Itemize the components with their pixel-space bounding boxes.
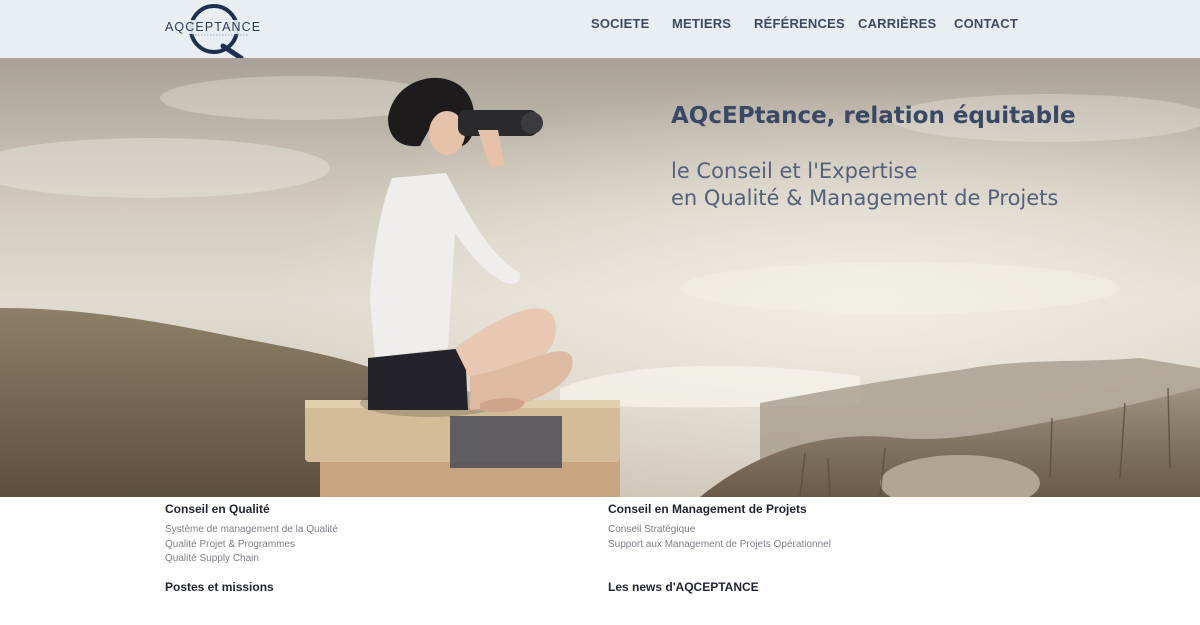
section-title-quality: Conseil en Qualité bbox=[165, 502, 270, 516]
hero-subtitle-line2: en Qualité & Management de Projets bbox=[671, 186, 1059, 210]
hero-subtitle-line1: le Conseil et l'Expertise bbox=[671, 159, 918, 183]
nav-item-metiers[interactable]: METIERS bbox=[672, 16, 731, 31]
section-title-jobs: Postes et missions bbox=[165, 580, 274, 594]
nav-item-contact[interactable]: CONTACT bbox=[954, 16, 1018, 31]
nav-item-carrieres[interactable]: CARRIÈRES bbox=[858, 16, 936, 31]
hero-title: AQcEPtance, relation équitable bbox=[671, 103, 1076, 129]
nav-item-societe[interactable]: SOCIETE bbox=[591, 16, 649, 31]
site-header: AQCEPTANCE SOCIETE METIERS RÉFÉRENCES CA… bbox=[0, 0, 1200, 58]
link-quality-supply-chain[interactable]: Qualité Supply Chain bbox=[165, 553, 259, 564]
nav-item-references[interactable]: RÉFÉRENCES bbox=[754, 16, 845, 31]
logo-text: AQCEPTANCE bbox=[165, 20, 261, 34]
link-operational-support[interactable]: Support aux Management de Projets Opérat… bbox=[608, 539, 831, 550]
link-quality-management[interactable]: Système de management de la Qualité bbox=[165, 524, 338, 535]
section-title-news: Les news d'AQCEPTANCE bbox=[608, 580, 759, 594]
hero-banner: AQcEPtance, relation équitable le Consei… bbox=[0, 58, 1200, 497]
site-logo[interactable]: AQCEPTANCE bbox=[165, 2, 265, 58]
section-title-project: Conseil en Management de Projets bbox=[608, 502, 807, 516]
link-strategic-consulting[interactable]: Conseil Stratégique bbox=[608, 524, 695, 535]
logo-mark-icon: AQCEPTANCE bbox=[165, 4, 265, 58]
link-quality-project[interactable]: Qualité Projet & Programmes bbox=[165, 539, 295, 550]
